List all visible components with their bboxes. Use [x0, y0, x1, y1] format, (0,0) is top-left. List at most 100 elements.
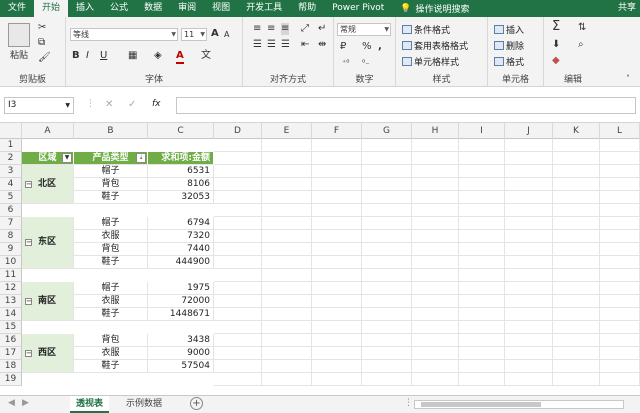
- grid-cell[interactable]: [553, 230, 600, 243]
- grid-cell[interactable]: [362, 334, 412, 347]
- align-center-icon[interactable]: ☰: [267, 39, 276, 51]
- grid-cell[interactable]: [262, 321, 312, 334]
- grid-cell[interactable]: [412, 230, 459, 243]
- border-icon[interactable]: ▦: [128, 50, 137, 62]
- grid-cell[interactable]: [459, 308, 505, 321]
- grid-cell[interactable]: [312, 360, 362, 373]
- ribbon-tab[interactable]: 开发工具: [238, 0, 290, 17]
- grid-cell[interactable]: [362, 243, 412, 256]
- product-type-cell[interactable]: 鞋子: [74, 360, 148, 373]
- grid-cell[interactable]: [362, 152, 412, 165]
- amount-cell[interactable]: 8106: [148, 178, 214, 191]
- grid-cell[interactable]: [312, 347, 362, 360]
- grid-cell[interactable]: [553, 308, 600, 321]
- grid-cell[interactable]: [553, 152, 600, 165]
- grid-cell[interactable]: [214, 321, 262, 334]
- product-type-cell[interactable]: 帽子: [74, 217, 148, 230]
- ribbon-tab[interactable]: Power Pivot: [324, 0, 392, 17]
- grid-cell[interactable]: [459, 152, 505, 165]
- grid-cell[interactable]: [362, 230, 412, 243]
- grid-cell[interactable]: [553, 243, 600, 256]
- grid-cell[interactable]: [505, 230, 553, 243]
- row-header[interactable]: 14: [0, 308, 22, 321]
- row-header[interactable]: 2: [0, 152, 22, 165]
- grid-cell[interactable]: [214, 334, 262, 347]
- grid-cell[interactable]: [362, 360, 412, 373]
- row-header[interactable]: 19: [0, 373, 22, 386]
- grid-cell[interactable]: [214, 308, 262, 321]
- horizontal-scrollbar[interactable]: [414, 400, 624, 409]
- grid-cell[interactable]: [262, 152, 312, 165]
- grid-cell[interactable]: [262, 139, 312, 152]
- grid-cell[interactable]: [553, 191, 600, 204]
- grid-cell[interactable]: [505, 191, 553, 204]
- grid-cell[interactable]: [312, 282, 362, 295]
- row-header[interactable]: 5: [0, 191, 22, 204]
- grid-cell[interactable]: [312, 204, 362, 217]
- grid-cell[interactable]: [214, 347, 262, 360]
- grid-cell[interactable]: [312, 230, 362, 243]
- grid-cell[interactable]: [312, 243, 362, 256]
- sheet-tab[interactable]: 透视表: [70, 396, 110, 413]
- row-header[interactable]: 12: [0, 282, 22, 295]
- grid-cell[interactable]: [362, 295, 412, 308]
- ribbon-tab[interactable]: 审阅: [170, 0, 204, 17]
- product-type-cell[interactable]: 鞋子: [74, 191, 148, 204]
- grid-cell[interactable]: [459, 360, 505, 373]
- sort-filter-icon[interactable]: ⇅: [578, 22, 586, 34]
- align-bottom-icon[interactable]: ≡: [281, 23, 290, 35]
- grid-cell[interactable]: [362, 178, 412, 191]
- amount-cell[interactable]: 1975: [148, 282, 214, 295]
- grid-cell[interactable]: [412, 334, 459, 347]
- product-type-cell[interactable]: 帽子: [74, 165, 148, 178]
- grid-cell[interactable]: [600, 230, 640, 243]
- grid-cell[interactable]: [412, 256, 459, 269]
- grid-cell[interactable]: [412, 373, 459, 386]
- grid-cell[interactable]: [262, 373, 312, 386]
- enter-icon[interactable]: ✓: [128, 99, 136, 110]
- grid-cell[interactable]: [459, 178, 505, 191]
- grid-cell[interactable]: [505, 347, 553, 360]
- column-header[interactable]: A: [22, 123, 74, 139]
- currency-icon[interactable]: ₽: [340, 41, 346, 53]
- grid-cell[interactable]: [312, 334, 362, 347]
- grid-cell[interactable]: [600, 204, 640, 217]
- grid-cell[interactable]: [262, 178, 312, 191]
- amount-cell[interactable]: 1448671: [148, 308, 214, 321]
- grid-cell[interactable]: [553, 295, 600, 308]
- wrap-text-icon[interactable]: ↵: [318, 23, 326, 35]
- font-color-icon[interactable]: A: [176, 50, 184, 64]
- align-top-icon[interactable]: ≡: [253, 23, 261, 35]
- grid-cell[interactable]: [362, 347, 412, 360]
- grid-cell[interactable]: [505, 334, 553, 347]
- format-painter-icon[interactable]: 🖌: [38, 52, 51, 64]
- grid-cell[interactable]: [362, 308, 412, 321]
- amount-cell[interactable]: 7440: [148, 243, 214, 256]
- conditional-format-button[interactable]: 条件格式: [402, 23, 450, 36]
- grid-cell[interactable]: [600, 282, 640, 295]
- format-cells-button[interactable]: 格式: [494, 55, 524, 68]
- grid-cell[interactable]: [459, 295, 505, 308]
- grid-cell[interactable]: [600, 152, 640, 165]
- grid-cell[interactable]: [312, 269, 362, 282]
- grid-cell[interactable]: [312, 321, 362, 334]
- grid-cell[interactable]: [312, 373, 362, 386]
- product-type-cell[interactable]: 衣服: [74, 347, 148, 360]
- grid-cell[interactable]: [262, 360, 312, 373]
- column-header[interactable]: L: [600, 123, 640, 139]
- grid-cell[interactable]: [412, 360, 459, 373]
- grid-cell[interactable]: [600, 217, 640, 230]
- grid-cell[interactable]: [412, 191, 459, 204]
- number-format-select[interactable]: 常规 ▼: [337, 23, 391, 36]
- grid-cell[interactable]: [412, 178, 459, 191]
- ribbon-tab[interactable]: 插入: [68, 0, 102, 17]
- grid-cell[interactable]: [312, 256, 362, 269]
- grid-cell[interactable]: [214, 152, 262, 165]
- ribbon-tab[interactable]: 数据: [136, 0, 170, 17]
- row-header[interactable]: 17: [0, 347, 22, 360]
- grid-cell[interactable]: [262, 269, 312, 282]
- grid-cell[interactable]: [312, 165, 362, 178]
- column-header[interactable]: I: [459, 123, 505, 139]
- underline-button[interactable]: U: [100, 50, 107, 62]
- grid-cell[interactable]: [412, 321, 459, 334]
